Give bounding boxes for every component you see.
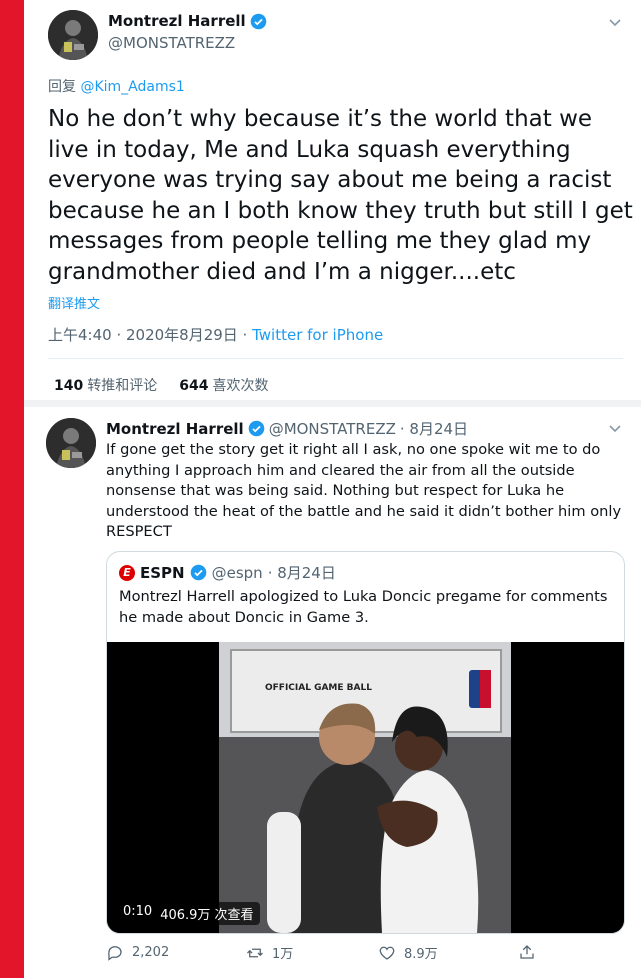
divider	[48, 358, 623, 359]
engagement-stats: 140 转推和评论 644 喜欢次数	[54, 375, 268, 395]
reply-button[interactable]: 2,202	[106, 943, 169, 961]
author-handle[interactable]: @MONSTATREZZ	[108, 34, 235, 52]
retweet-count: 1万	[272, 947, 294, 962]
quote-author-handle: @espn	[211, 563, 263, 582]
espn-logo: E	[119, 564, 135, 581]
retweets-label: 转推和评论	[87, 378, 158, 394]
video-time: 0:10	[123, 904, 153, 919]
video-frame: OFFICIAL GAME BALL	[107, 642, 624, 933]
left-red-bar	[0, 0, 24, 978]
author-name[interactable]: Montrezl Harrell	[106, 420, 244, 438]
tweet-text: No he don’t why because it’s the world t…	[48, 106, 633, 285]
quote-text: Montrezl Harrell apologized to Luka Donc…	[119, 588, 608, 626]
retweets-count: 140	[54, 378, 84, 394]
video-views: 406.9万 次查看	[160, 908, 254, 923]
quote-date: · 8月24日	[267, 564, 336, 582]
quote-header: E ESPN @espn · 8月24日	[119, 562, 336, 583]
verified-icon	[248, 420, 264, 437]
verified-icon	[250, 13, 266, 29]
translate-link[interactable]: 翻译推文	[48, 293, 100, 312]
likes-count: 644	[179, 378, 209, 394]
retweet-icon	[247, 948, 263, 957]
reply-count: 2,202	[132, 944, 170, 960]
reply-icon	[108, 946, 122, 961]
share-icon	[520, 945, 534, 959]
video-badge: 0:10 406.9万 次查看	[117, 902, 260, 925]
reply-prefix: 回复	[48, 79, 76, 95]
like-button[interactable]: 8.9万	[378, 943, 438, 962]
retweet-button[interactable]: 1万	[246, 943, 293, 962]
avatar[interactable]	[48, 10, 98, 60]
tweet-meta: 上午4:40 · 2020年8月29日 · Twitter for iPhone	[48, 324, 383, 345]
tweet-text: If gone get the story get it right all I…	[106, 441, 622, 540]
like-icon	[379, 946, 395, 960]
likes-label: 喜欢次数	[212, 378, 269, 394]
retweets-stat[interactable]: 140 转推和评论	[54, 375, 157, 395]
author-name-row[interactable]: Montrezl Harrell	[108, 12, 267, 30]
section-divider	[24, 400, 641, 407]
verified-icon	[190, 564, 206, 581]
reply-target-link[interactable]: @Kim_Adams1	[80, 79, 184, 95]
tweet-header: Montrezl Harrell @MONSTATREZZ · 8月24日	[106, 418, 468, 439]
chevron-down-icon[interactable]	[607, 14, 623, 30]
likes-stat[interactable]: 644 喜欢次数	[179, 375, 268, 395]
tweet-source[interactable]: Twitter for iPhone	[252, 326, 383, 344]
official-game-ball-text: OFFICIAL GAME BALL	[265, 683, 372, 693]
share-button[interactable]	[518, 943, 536, 961]
author-handle[interactable]: @MONSTATREZZ	[269, 420, 396, 438]
quoted-tweet[interactable]: E ESPN @espn · 8月24日 Montrezl Harrell ap…	[106, 551, 625, 934]
quote-author-name: ESPN	[140, 563, 185, 582]
tweet-time[interactable]: 上午4:40 · 2020年8月29日 ·	[48, 326, 252, 344]
tweet-date[interactable]: · 8月24日	[400, 418, 468, 439]
video-player[interactable]: OFFICIAL GAME BALL 0:10 406.9万 次查看	[107, 642, 624, 933]
main-tweet: Montrezl Harrell @MONSTATREZZ 回复 @Kim_Ad…	[24, 0, 641, 400]
action-bar: 2,202 1万 8.9万	[106, 943, 626, 965]
avatar[interactable]	[46, 418, 96, 468]
chevron-down-icon[interactable]	[607, 420, 623, 436]
author-name[interactable]: Montrezl Harrell	[108, 12, 246, 30]
reply-context: 回复 @Kim_Adams1	[48, 76, 185, 96]
like-count: 8.9万	[404, 947, 438, 962]
